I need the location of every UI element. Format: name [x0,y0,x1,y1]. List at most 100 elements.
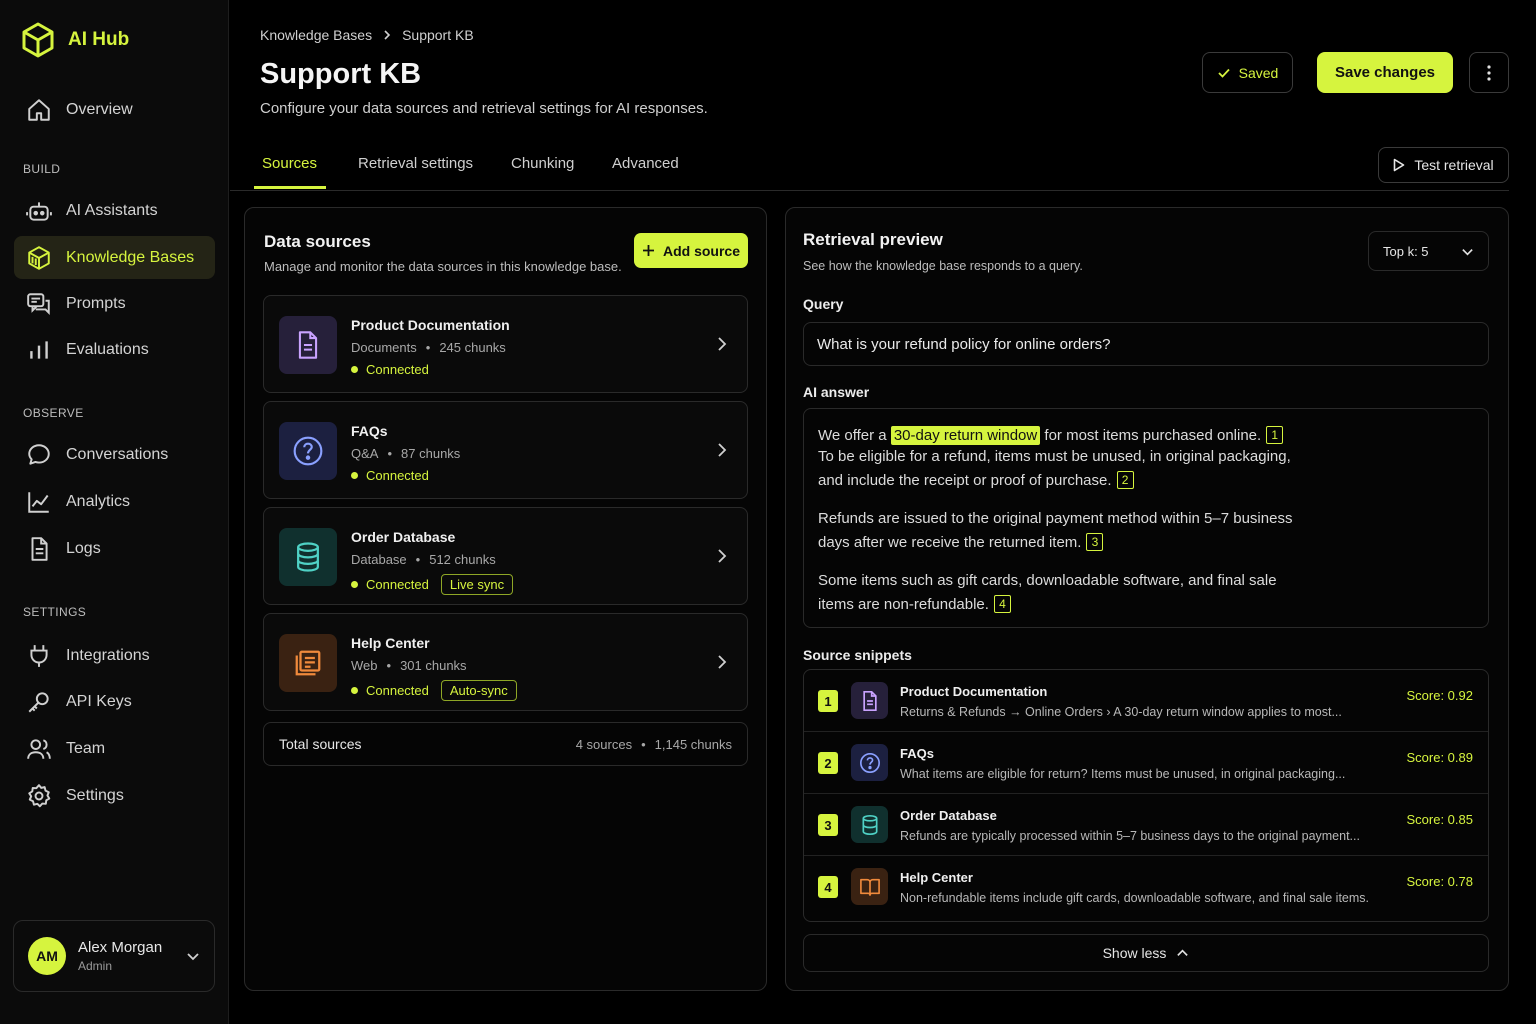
query-input[interactable]: What is your refund policy for online or… [803,322,1489,366]
snippet-score: Score: 0.92 [1406,688,1474,703]
source-card-order-database[interactable]: Order Database Database • 512 chunks Conne… [263,507,748,605]
sidebar-item-knowledge-bases[interactable]: Knowledge Bases [14,236,215,279]
tab-advanced[interactable]: Advanced [612,155,679,172]
sidebar-item-conversations[interactable]: Conversations [14,433,215,476]
plus-icon [642,245,654,256]
sidebar-item-settings[interactable]: Settings [14,774,215,817]
snippet-source: FAQs [900,746,934,761]
question-icon [851,744,888,781]
sidebar-item-label: Team [66,739,106,757]
status-dot [351,687,358,694]
key-icon [28,691,49,712]
snippet-number: 3 [818,814,838,836]
check-icon [1218,68,1230,78]
retrieval-preview-subtitle: See how the knowledge base responds to a… [803,259,1083,273]
knowledge-base-icon [28,245,50,270]
snippet-score: Score: 0.85 [1406,812,1474,827]
answer-line: Refunds are issued to the original payme… [818,510,1293,527]
sidebar-item-label: Analytics [66,492,131,510]
sidebar-item-prompts[interactable]: Prompts [14,282,215,325]
sidebar-item-label: Conversations [66,445,169,463]
sidebar-item-evaluations[interactable]: Evaluations [14,328,215,371]
top-k-select[interactable]: Top k: 5 [1368,231,1489,271]
chevron-right-icon [718,443,727,457]
answer-line: Some items such as gift cards, downloada… [818,572,1277,589]
source-name: Help Center [351,635,430,651]
sidebar-item-logs[interactable]: Logs [14,527,215,570]
sidebar-item-label: Evaluations [66,340,149,358]
sidebar-item-label: Integrations [66,646,150,664]
source-card-help-center[interactable]: Help Center Web • 301 chunks Connected Auto… [263,613,748,711]
open-book-icon [851,868,888,905]
document-icon [279,316,337,374]
snippet-row[interactable]: 1 Product Documentation Returns & Refund… [804,670,1488,732]
sidebar-item-analytics[interactable]: Analytics [14,480,215,523]
snippet-text: Refunds are typically processed within 5… [900,829,1360,843]
save-changes-button[interactable]: Save changes [1317,52,1453,93]
snippet-row[interactable]: 2 FAQs What items are eligible for retur… [804,732,1488,794]
ai-answer-label: AI answer [803,384,870,400]
status-text: Connected [366,683,429,698]
top-k-value: Top k: 5 [1383,243,1429,259]
active-tab-indicator [254,186,326,189]
source-card-product-documentation[interactable]: Product Documentation Documents • 245 chun… [263,295,748,393]
snippet-score: Score: 0.89 [1406,750,1474,765]
user-menu[interactable]: AM Alex Morgan Admin [13,920,215,992]
snippet-row[interactable]: 3 Order Database Refunds are typically p… [804,794,1488,856]
sidebar-item-ai-assistants[interactable]: AI Assistants [14,189,215,232]
sidebar-item-integrations[interactable]: Integrations [14,634,215,677]
book-icon [279,634,337,692]
team-icon [27,738,51,759]
sync-badge: Auto-sync [440,680,517,701]
citation-badge[interactable]: 4 [993,595,1011,613]
retrieval-preview-title: Retrieval preview [803,230,943,249]
citation-badge[interactable]: 3 [1086,533,1104,551]
snippet-number: 4 [818,876,838,898]
source-name: FAQs [351,423,388,439]
breadcrumb-link[interactable]: Knowledge Bases [260,27,372,43]
sidebar-item-label: Prompts [66,294,126,312]
question-icon [279,422,337,480]
tab-sources[interactable]: Sources [262,155,317,172]
app-logo[interactable]: AI Hub [22,22,129,58]
snippet-source: Help Center [900,870,973,885]
snippet-number: 1 [818,690,838,712]
section-build: BUILD [23,162,61,176]
snippet-text: What items are eligible for return? Item… [900,767,1346,781]
sidebar-item-overview[interactable]: Overview [14,88,215,131]
chevron-right-icon [718,655,727,669]
plug-icon [30,644,48,667]
prompts-icon [27,292,50,315]
test-retrieval-button[interactable]: Test retrieval [1378,147,1509,183]
chevron-right-icon [718,337,727,351]
citation-badge[interactable]: 1 [1266,426,1284,444]
sidebar-item-api-keys[interactable]: API Keys [14,680,215,723]
add-source-button[interactable]: Add source [634,233,748,268]
robot-icon [26,201,52,221]
answer-line: To be eligible for a refund, items must … [818,448,1291,465]
page-subtitle: Configure your data sources and retrieva… [260,100,708,117]
show-less-button[interactable]: Show less [803,934,1489,972]
source-meta: Web • 301 chunks [351,658,467,673]
sidebar-item-label: Settings [66,786,124,804]
snippet-row[interactable]: 4 Help Center Non-refundable items inclu… [804,856,1488,918]
source-card-faqs[interactable]: FAQs Q&A • 87 chunks Connected [263,401,748,499]
more-options-button[interactable] [1469,52,1509,93]
answer-highlight: 30-day return window [890,426,1041,445]
source-status: Connected Auto-sync [351,680,517,701]
tab-bar: Sources Retrieval settings Chunking Adva… [230,140,1509,191]
database-icon [279,528,337,586]
chevron-up-icon [1177,949,1189,956]
saved-button[interactable]: Saved [1202,52,1293,93]
section-settings: SETTINGS [23,605,87,619]
citation-badge[interactable]: 2 [1116,471,1134,489]
sync-badge: Live sync [440,574,514,595]
sidebar-item-label: Overview [66,100,133,118]
answer-line: We offer a 30-day return window for most… [818,426,1284,445]
tab-retrieval-settings[interactable]: Retrieval settings [358,155,473,172]
source-chunks: 245 chunks [439,340,506,355]
tab-chunking[interactable]: Chunking [511,155,574,172]
database-icon [851,806,888,843]
ai-answer-box: We offer a 30-day return window for most… [803,408,1489,628]
sidebar-item-team[interactable]: Team [14,727,215,770]
